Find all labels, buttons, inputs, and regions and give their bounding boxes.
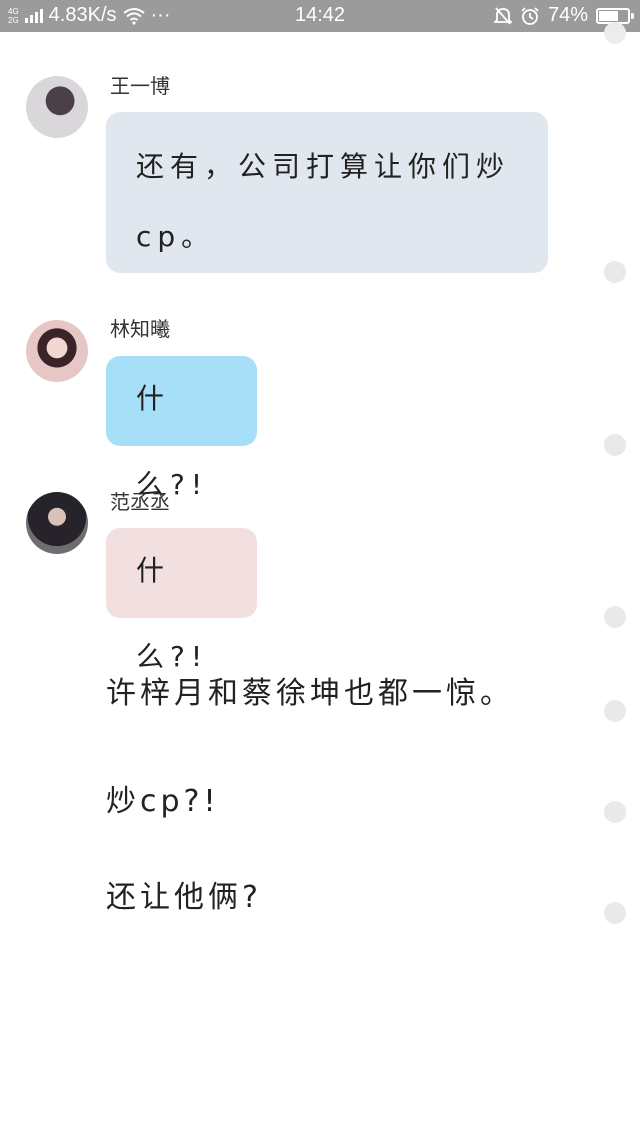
scroll-dot	[604, 434, 626, 456]
narration-text: 还让他俩?	[106, 880, 262, 915]
avatar[interactable]	[26, 76, 88, 138]
scroll-dot	[604, 606, 626, 628]
message-bubble[interactable]: 什么?!	[106, 356, 257, 501]
scroll-dot	[604, 801, 626, 823]
scroll-dot	[604, 700, 626, 722]
battery-fill	[599, 10, 618, 21]
bell-off-icon	[493, 6, 512, 25]
narration-text: 炒cp?!	[106, 784, 220, 819]
sender-name: 王一博	[110, 74, 170, 98]
avatar[interactable]	[26, 320, 88, 382]
scroll-dot	[604, 22, 626, 44]
message-bubble[interactable]: 还有，公司打算让你们炒cp。	[106, 112, 548, 273]
narration-text: 许梓月和蔡徐坤也都一惊。	[106, 676, 514, 711]
message-bubble[interactable]: 什么?!	[106, 528, 257, 673]
status-bar: 4G 2G 4.83K/s ··· 14:42 74%	[0, 0, 640, 32]
sender-name: 范丞丞	[110, 490, 170, 514]
alarm-icon	[521, 6, 539, 25]
sender-name: 林知曦	[110, 317, 170, 341]
avatar[interactable]	[26, 492, 88, 554]
scroll-dot	[604, 902, 626, 924]
scroll-dot	[604, 261, 626, 283]
battery-percent: 74%	[547, 4, 588, 26]
